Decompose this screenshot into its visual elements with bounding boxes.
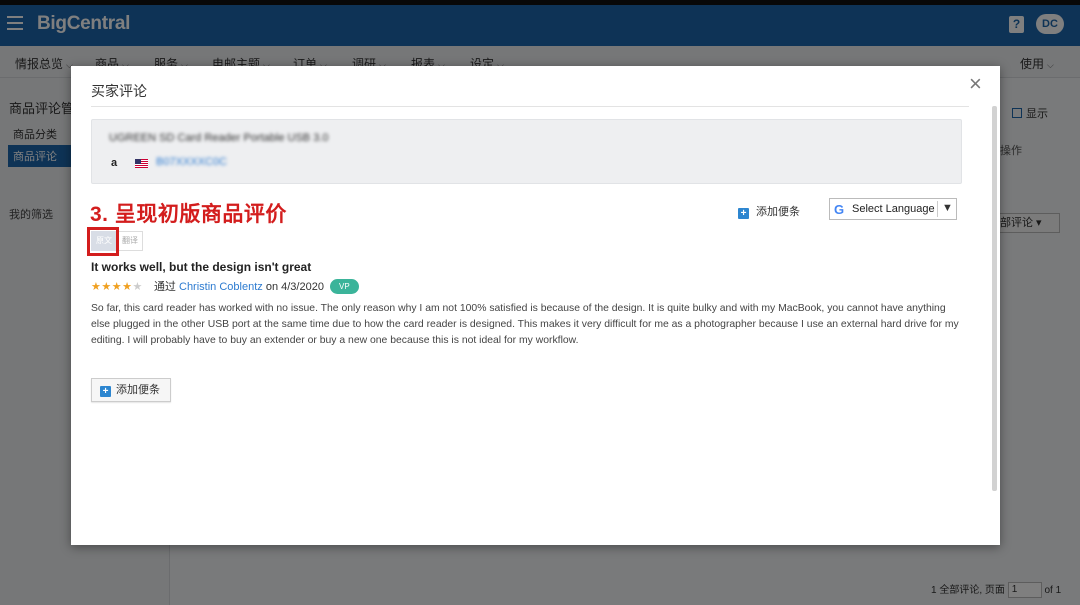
google-icon: G — [834, 202, 845, 217]
author-link[interactable]: Christin Coblentz — [179, 281, 263, 293]
language-select[interactable]: G Select Language ▼ — [829, 198, 957, 220]
us-flag-icon — [135, 159, 148, 168]
review-title: It works well, but the design isn't grea… — [91, 260, 312, 274]
modal-title: 买家评论 — [91, 83, 147, 99]
step-annotation: 3. 呈现初版商品评价 — [90, 203, 287, 226]
by-label: 通过 — [153, 281, 176, 293]
verified-purchase-badge: VP — [330, 279, 359, 294]
star-icon: ★ — [122, 281, 133, 293]
review-meta: ★★★★★ 通过 Christin Coblentz on 4/3/2020 V… — [91, 278, 359, 296]
annotation-highlight-box — [87, 227, 119, 256]
add-note-link[interactable]: + 添加便条 — [738, 203, 800, 219]
product-info-card: UGREEN SD Card Reader Portable USB 3.0 a… — [91, 119, 962, 184]
divider — [937, 201, 938, 217]
star-icon: ★ — [101, 281, 112, 293]
review-body: So far, this card reader has worked with… — [91, 303, 959, 346]
plus-icon: + — [100, 386, 111, 397]
divider — [91, 106, 969, 107]
triangle-down-icon: ▼ — [942, 202, 953, 214]
star-icon: ★ — [91, 281, 102, 293]
star-icon: ★ — [132, 281, 143, 293]
add-note-button[interactable]: + 添加便条 — [91, 378, 171, 402]
modal-scrollbar[interactable] — [992, 106, 997, 491]
language-select-value: Select Language — [852, 203, 935, 215]
review-date: on 4/3/2020 — [265, 281, 324, 293]
product-asin-link[interactable]: B07XXXXC0C — [156, 156, 227, 168]
star-icon: ★ — [111, 281, 123, 293]
star-rating: ★★★★★ — [91, 281, 143, 293]
buyer-review-modal: 买家评论 × UGREEN SD Card Reader Portable US… — [71, 66, 1000, 545]
amazon-icon: a — [111, 157, 118, 169]
tab-translate[interactable]: 翻译 — [117, 231, 143, 251]
plus-icon: + — [738, 208, 749, 219]
close-icon[interactable]: × — [969, 71, 982, 97]
product-name: UGREEN SD Card Reader Portable USB 3.0 — [109, 132, 329, 144]
